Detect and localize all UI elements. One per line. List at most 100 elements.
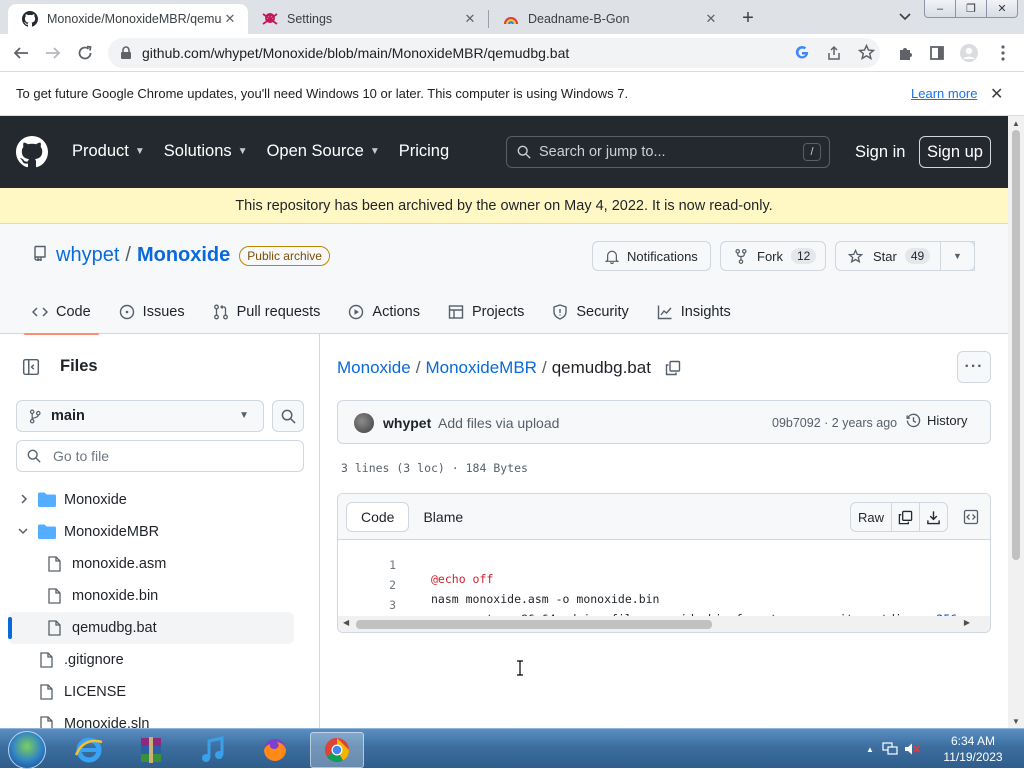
minimize-button[interactable]: – bbox=[924, 0, 956, 18]
download-button[interactable] bbox=[920, 502, 948, 532]
lock-icon[interactable] bbox=[120, 46, 132, 65]
tab-deadname-b-gon[interactable]: Deadname-B-Gon ✕ bbox=[489, 4, 729, 34]
code-view-button[interactable]: Code bbox=[346, 502, 410, 532]
tab-settings[interactable]: Settings ✕ bbox=[248, 4, 488, 34]
tree-file-license[interactable]: LICENSE bbox=[0, 676, 320, 708]
address-bar[interactable]: github.com/whypet/Monoxide/blob/main/Mon… bbox=[108, 38, 880, 68]
line-number[interactable]: 3 bbox=[378, 598, 396, 612]
nav-open-source[interactable]: Open Source ▼ bbox=[267, 142, 380, 161]
close-window-button[interactable]: ✕ bbox=[986, 0, 1018, 18]
tab-code[interactable]: Code bbox=[24, 290, 99, 335]
tab-title: Monoxide/MonoxideMBR/qemudbg.bat bbox=[47, 12, 222, 26]
avatar[interactable] bbox=[354, 413, 374, 433]
commit-author-link[interactable]: whypet bbox=[383, 415, 431, 431]
tab-actions[interactable]: Actions bbox=[340, 290, 428, 334]
tab-label: Issues bbox=[142, 304, 185, 320]
tree-file-monoxide-bin[interactable]: monoxide.bin bbox=[0, 580, 320, 612]
scroll-left-arrow-icon[interactable]: ◀ bbox=[343, 618, 349, 627]
scroll-down-arrow-icon[interactable]: ▼ bbox=[1008, 714, 1024, 728]
learn-more-link[interactable]: Learn more bbox=[911, 86, 977, 101]
taskbar-clock[interactable]: 6:34 AM 11/19/2023 bbox=[936, 733, 1010, 765]
tree-file-monoxide-sln[interactable]: Monoxide.sln bbox=[0, 708, 320, 728]
scrollbar-thumb[interactable] bbox=[1012, 130, 1020, 560]
close-infobar-icon[interactable]: ✕ bbox=[990, 84, 1003, 104]
show-hidden-icons-icon[interactable]: ▲ bbox=[866, 745, 874, 754]
page-vertical-scrollbar[interactable]: ▲ ▼ bbox=[1008, 116, 1024, 728]
bookmark-star-icon[interactable] bbox=[857, 43, 876, 66]
tab-issues[interactable]: Issues bbox=[111, 290, 193, 334]
tab-projects[interactable]: Projects bbox=[440, 290, 532, 334]
share-icon[interactable] bbox=[826, 45, 842, 66]
file-icon bbox=[40, 684, 53, 704]
scroll-right-arrow-icon[interactable]: ▶ bbox=[964, 618, 970, 627]
copy-path-icon[interactable] bbox=[665, 360, 681, 376]
firefox-icon[interactable] bbox=[248, 732, 302, 768]
tab-close-icon[interactable]: ✕ bbox=[462, 11, 478, 27]
reload-icon[interactable] bbox=[74, 42, 96, 64]
start-button-icon[interactable] bbox=[8, 731, 46, 769]
more-options-button[interactable]: ··· bbox=[957, 351, 991, 383]
copy-raw-button[interactable] bbox=[892, 502, 920, 532]
tab-security[interactable]: Security bbox=[544, 290, 636, 334]
new-tab-button[interactable]: + bbox=[736, 7, 760, 29]
nav-pricing[interactable]: Pricing bbox=[399, 142, 449, 161]
nav-product[interactable]: Product ▼ bbox=[72, 142, 145, 161]
chrome-taskbar-icon[interactable] bbox=[310, 732, 364, 768]
tab-close-icon[interactable]: ✕ bbox=[703, 11, 719, 27]
github-logo-icon[interactable] bbox=[16, 136, 48, 168]
tree-folder-monoxide[interactable]: Monoxide bbox=[0, 484, 320, 516]
sign-up-button[interactable]: Sign up bbox=[919, 136, 991, 168]
nav-solutions[interactable]: Solutions ▼ bbox=[164, 142, 248, 161]
maximize-button[interactable]: ❐ bbox=[955, 0, 987, 18]
music-player-icon[interactable] bbox=[186, 732, 240, 768]
file-search-button[interactable] bbox=[272, 400, 304, 432]
symbols-panel-button[interactable] bbox=[956, 502, 986, 532]
repo-owner-link[interactable]: whypet bbox=[56, 244, 119, 267]
back-arrow-icon[interactable] bbox=[10, 42, 32, 64]
scroll-up-arrow-icon[interactable]: ▲ bbox=[1008, 116, 1024, 130]
commit-message-link[interactable]: Add files via upload bbox=[438, 415, 559, 431]
winrar-archive-icon[interactable] bbox=[124, 732, 178, 768]
forward-arrow-icon[interactable] bbox=[42, 42, 64, 64]
go-to-file-input[interactable]: Go to file bbox=[16, 440, 304, 472]
sign-in-link[interactable]: Sign in bbox=[855, 143, 905, 162]
github-search-input[interactable]: Search or jump to... / bbox=[506, 136, 830, 168]
history-button[interactable]: History bbox=[906, 413, 967, 428]
scrollbar-thumb[interactable] bbox=[356, 620, 712, 629]
branch-selector[interactable]: main ▼ bbox=[16, 400, 264, 432]
file-icon bbox=[40, 652, 53, 672]
repo-header: whypet / Monoxide Public archive Notific… bbox=[0, 224, 1008, 335]
repo-name-link[interactable]: Monoxide bbox=[137, 244, 230, 267]
folder-icon bbox=[38, 492, 56, 511]
tab-insights[interactable]: Insights bbox=[649, 290, 739, 334]
code-square-icon bbox=[963, 509, 979, 525]
side-panel-icon[interactable] bbox=[926, 42, 948, 64]
tab-search-chevron-icon[interactable] bbox=[896, 8, 914, 26]
fork-button[interactable]: Fork 12 bbox=[720, 241, 826, 271]
raw-button[interactable]: Raw bbox=[850, 502, 892, 532]
notifications-button[interactable]: Notifications bbox=[592, 241, 711, 271]
star-dropdown-button[interactable]: ▼ bbox=[940, 241, 975, 271]
volume-muted-icon[interactable] bbox=[904, 742, 920, 756]
tree-file-gitignore[interactable]: .gitignore bbox=[0, 644, 320, 676]
blame-view-button[interactable]: Blame bbox=[409, 502, 477, 532]
internet-explorer-icon[interactable] bbox=[62, 732, 116, 768]
fork-icon bbox=[735, 248, 747, 264]
extensions-puzzle-icon[interactable] bbox=[894, 42, 916, 64]
horizontal-scrollbar[interactable]: ◀ ▶ bbox=[338, 616, 990, 632]
tree-file-monoxide-asm[interactable]: monoxide.asm bbox=[0, 548, 320, 580]
tab-close-icon[interactable]: ✕ bbox=[222, 11, 238, 27]
tab-pull-requests[interactable]: Pull requests bbox=[205, 290, 329, 334]
chrome-menu-icon[interactable] bbox=[992, 42, 1014, 64]
profile-avatar-icon[interactable] bbox=[958, 42, 980, 64]
tree-item-label: MonoxideMBR bbox=[64, 524, 160, 540]
breadcrumb-folder-link[interactable]: MonoxideMBR bbox=[425, 358, 537, 378]
breadcrumb-repo-link[interactable]: Monoxide bbox=[337, 358, 411, 378]
tree-folder-monoxidembr[interactable]: MonoxideMBR bbox=[0, 516, 320, 548]
commit-meta[interactable]: 09b7092 · 2 years ago bbox=[772, 416, 897, 430]
tree-file-qemudbg-bat[interactable]: qemudbg.bat bbox=[8, 612, 294, 644]
tab-github[interactable]: Monoxide/MonoxideMBR/qemudbg.bat ✕ bbox=[8, 4, 248, 34]
network-icon[interactable] bbox=[882, 742, 898, 756]
google-lens-icon[interactable] bbox=[794, 45, 810, 66]
sidebar-collapse-icon[interactable] bbox=[22, 358, 40, 376]
